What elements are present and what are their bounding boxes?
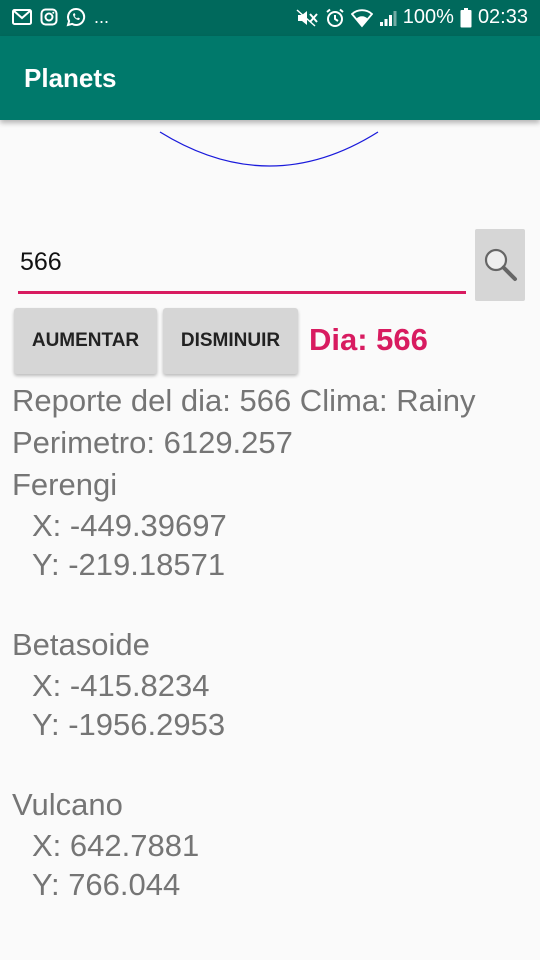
alarm-icon xyxy=(325,8,345,28)
planet-item: Betasoide X: -415.8234 Y: -1956.2953 xyxy=(12,624,532,744)
whatsapp-icon xyxy=(66,7,86,27)
app-bar: Planets xyxy=(0,36,540,120)
increase-button[interactable]: AUMENTAR xyxy=(14,308,157,374)
gmail-icon xyxy=(12,9,32,25)
report-perimeter: Perimetro: 6129.257 xyxy=(12,425,293,460)
planet-y: Y: 766.044 xyxy=(32,867,181,902)
search-icon xyxy=(481,245,519,286)
planet-x: X: -449.39697 xyxy=(32,508,227,543)
planet-x: X: 642.7881 xyxy=(32,828,200,863)
day-label: Dia: 566 xyxy=(309,322,428,357)
app-title: Planets xyxy=(24,63,117,93)
planet-name: Ferengi xyxy=(12,467,118,502)
system-icons: 100% 02:33 xyxy=(295,6,528,29)
planet-name: Vulcano xyxy=(12,787,123,822)
orbit-arc xyxy=(159,131,379,167)
planet-item: Ferengi X: -449.39697 Y: -219.18571 xyxy=(12,464,532,584)
planet-name: Betasoide xyxy=(12,627,150,662)
day-input[interactable] xyxy=(18,242,466,294)
planet-x: X: -415.8234 xyxy=(32,668,210,703)
clock: 02:33 xyxy=(477,6,528,28)
report-summary: Reporte del dia: 566 Clima: Rainy xyxy=(12,383,476,418)
battery-percent: 100% xyxy=(402,6,454,28)
search-button[interactable] xyxy=(475,229,525,301)
status-bar: ... 100% 02:33 xyxy=(0,0,540,36)
signal-icon xyxy=(379,9,397,27)
wifi-icon xyxy=(350,8,373,28)
planet-y: Y: -1956.2953 xyxy=(32,707,226,742)
decrease-button[interactable]: DISMINUIR xyxy=(163,308,298,374)
planet-list: Ferengi X: -449.39697 Y: -219.18571 Beta… xyxy=(12,464,532,904)
more-notifications: ... xyxy=(94,7,110,27)
battery-icon xyxy=(460,7,472,28)
mute-icon xyxy=(295,8,319,28)
orbit-canvas xyxy=(0,120,540,220)
planet-item: Vulcano X: 642.7881 Y: 766.044 xyxy=(12,784,532,904)
notification-icons: ... xyxy=(12,7,109,27)
instagram-icon xyxy=(40,8,58,26)
planet-y: Y: -219.18571 xyxy=(32,547,226,582)
report: Reporte del dia: 566 Clima: Rainy Perime… xyxy=(12,380,532,904)
